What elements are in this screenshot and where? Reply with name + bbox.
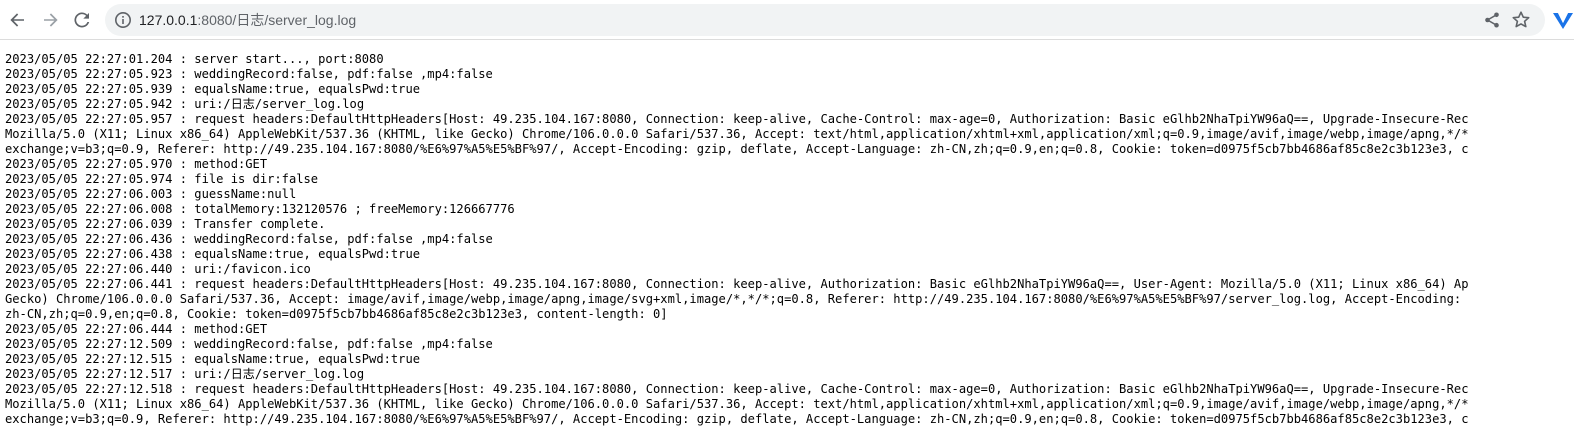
page-content: 2023/05/05 22:27:01.204 : server start..…	[0, 40, 1574, 434]
log-line: 2023/05/05 22:27:06.438 : equalsName:tru…	[5, 247, 421, 261]
info-icon[interactable]	[114, 11, 132, 29]
url-path: :8080/日志/server_log.log	[197, 12, 357, 28]
log-line: 2023/05/05 22:27:12.515 : equalsName:tru…	[5, 352, 421, 366]
reload-icon	[74, 12, 90, 28]
address-bar[interactable]: 127.0.0.1:8080/日志/server_log.log	[105, 4, 1545, 36]
log-line: 2023/05/05 22:27:06.441 : request header…	[5, 277, 1469, 291]
share-icon[interactable]	[1483, 11, 1501, 29]
log-line: 2023/05/05 22:27:05.970 : method:GET	[5, 157, 268, 171]
log-line: 2023/05/05 22:27:06.008 : totalMemory:13…	[5, 202, 515, 216]
browser-toolbar: 127.0.0.1:8080/日志/server_log.log	[0, 0, 1574, 40]
log-line: 2023/05/05 22:27:06.436 : weddingRecord:…	[5, 232, 493, 246]
log-line: exchange;v=b3;q=0.9, Referer: http://49.…	[5, 412, 1469, 426]
log-line: 2023/05/05 22:27:05.957 : request header…	[5, 112, 1469, 126]
log-line: 2023/05/05 22:27:06.440 : uri:/favicon.i…	[5, 262, 311, 276]
log-text: 2023/05/05 22:27:01.204 : server start..…	[0, 40, 1574, 427]
log-line: Mozilla/5.0 (X11; Linux x86_64) AppleWeb…	[5, 127, 1469, 141]
log-line: Mozilla/5.0 (X11; Linux x86_64) AppleWeb…	[5, 397, 1469, 411]
arrow-right-icon	[44, 13, 58, 27]
arrow-left-icon	[10, 13, 24, 27]
extension-icon[interactable]	[1552, 10, 1574, 30]
log-line: 2023/05/05 22:27:06.039 : Transfer compl…	[5, 217, 326, 231]
log-line: zh-CN,zh;q=0.9,en;q=0.8, Cookie: token=d…	[5, 307, 668, 321]
url-host: 127.0.0.1	[139, 12, 198, 28]
url-text[interactable]: 127.0.0.1:8080/日志/server_log.log	[139, 11, 356, 29]
log-line: 2023/05/05 22:27:06.444 : method:GET	[5, 322, 268, 336]
log-line: 2023/05/05 22:27:05.942 : uri:/日志/server…	[5, 97, 365, 111]
log-line: Gecko) Chrome/106.0.0.0 Safari/537.36, A…	[5, 292, 1469, 306]
star-icon[interactable]	[1511, 10, 1531, 30]
log-line: 2023/05/05 22:27:05.939 : equalsName:tru…	[5, 82, 421, 96]
log-line: 2023/05/05 22:27:06.003 : guessName:null	[5, 187, 297, 201]
log-line: 2023/05/05 22:27:05.974 : file is dir:fa…	[5, 172, 319, 186]
log-line: 2023/05/05 22:27:01.204 : server start..…	[5, 52, 384, 66]
log-line: 2023/05/05 22:27:05.923 : weddingRecord:…	[5, 67, 493, 81]
log-line: exchange;v=b3;q=0.9, Referer: http://49.…	[5, 142, 1469, 156]
log-line: 2023/05/05 22:27:12.509 : weddingRecord:…	[5, 337, 493, 351]
log-line: 2023/05/05 22:27:12.518 : request header…	[5, 382, 1469, 396]
back-button[interactable]	[6, 8, 30, 32]
log-line: 2023/05/05 22:27:12.517 : uri:/日志/server…	[5, 367, 365, 381]
forward-button[interactable]	[38, 8, 62, 32]
reload-button[interactable]	[70, 8, 94, 32]
